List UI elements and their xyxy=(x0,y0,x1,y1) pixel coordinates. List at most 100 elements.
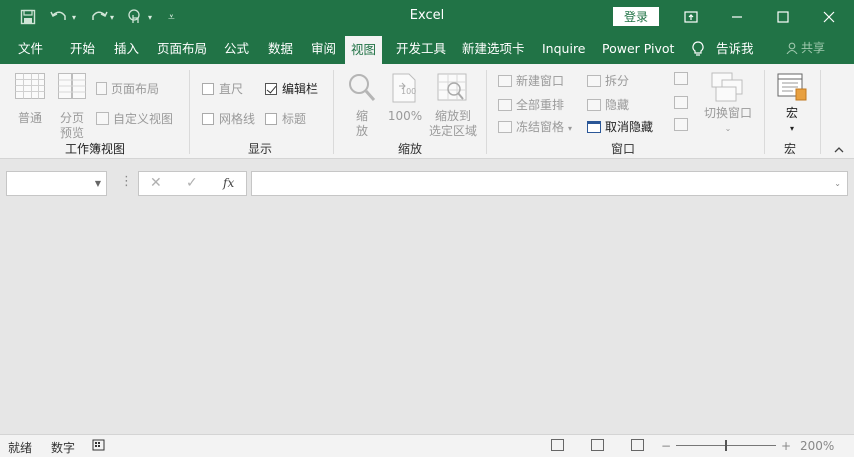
group-label-workbook-views: 工作簿视图 xyxy=(64,142,125,156)
group-separator xyxy=(764,70,765,154)
zoom-label-2: 放 xyxy=(355,124,368,138)
page-break-preview-button[interactable]: 分页 预览 xyxy=(56,72,88,141)
page-layout-label: 页面布局 xyxy=(111,82,160,96)
formula-bar: ▼ ⋮ ✕ ✓ fx ⌄ xyxy=(0,160,854,205)
zoom-100-button[interactable]: 100 100% xyxy=(387,72,423,124)
unhide-button[interactable]: 取消隐藏 xyxy=(587,118,653,135)
page-layout-status-icon[interactable] xyxy=(591,439,604,451)
enter-icon[interactable]: ✓ xyxy=(186,175,198,191)
page-break-status-icon[interactable] xyxy=(631,439,644,451)
share-button[interactable]: 共享 xyxy=(786,33,825,64)
arrange-all-label: 全部重排 xyxy=(516,98,565,112)
tab-inquire[interactable]: Inquire xyxy=(542,33,586,64)
zoom-100-icon: 100 xyxy=(392,73,416,103)
headings-label: 标题 xyxy=(282,112,307,126)
insert-function-button[interactable]: fx xyxy=(223,176,234,190)
macros-label: 宏 xyxy=(785,106,798,120)
tab-data[interactable]: 数据 xyxy=(268,33,293,64)
synchronous-scrolling-button[interactable] xyxy=(674,96,692,110)
ruler-checkbox[interactable]: 直尺 xyxy=(202,80,243,97)
page-layout-view-button[interactable]: 页面布局 xyxy=(96,80,159,97)
zoom-button[interactable]: 缩 放 xyxy=(346,72,378,139)
switch-windows-button[interactable]: 切换窗口 ⌄ xyxy=(700,72,756,136)
login-button[interactable]: 登录 xyxy=(613,7,659,26)
zoom-slider-thumb[interactable] xyxy=(725,440,727,451)
empty-workspace xyxy=(0,205,854,434)
hide-icon xyxy=(587,99,601,111)
zoom-to-selection-button[interactable]: 缩放到 选定区域 xyxy=(428,72,478,139)
name-box-dropdown-icon[interactable]: ▼ xyxy=(95,179,101,188)
custom-views-button[interactable]: 自定义视图 xyxy=(96,110,173,127)
unhide-icon xyxy=(587,121,601,133)
arrange-all-icon xyxy=(498,99,512,111)
freeze-panes-dropdown-icon: ▾ xyxy=(568,124,573,133)
arrange-all-button[interactable]: 全部重排 xyxy=(498,96,564,113)
tab-power-pivot[interactable]: Power Pivot xyxy=(602,33,674,64)
custom-views-label: 自定义视图 xyxy=(113,112,174,126)
group-label-window: 窗口 xyxy=(610,142,635,156)
normal-view-button[interactable]: 普通 xyxy=(14,72,46,126)
tab-new-tab[interactable]: 新建选项卡 xyxy=(462,33,525,64)
new-window-button[interactable]: 新建窗口 xyxy=(498,72,564,89)
tab-page-layout[interactable]: 页面布局 xyxy=(157,33,207,64)
minimize-icon[interactable] xyxy=(714,0,760,33)
macros-dropdown-icon: ▾ xyxy=(789,124,794,133)
zoom-out-button[interactable]: − xyxy=(661,439,671,453)
maximize-icon[interactable] xyxy=(760,0,806,33)
title-bar: ▾ ▾ ▾ ⩡ Excel 登录 xyxy=(0,0,854,33)
share-person-icon xyxy=(786,35,798,66)
view-side-by-side-icon xyxy=(674,72,688,85)
magnifier-icon xyxy=(349,74,376,101)
switch-windows-label: 切换窗口 xyxy=(703,106,752,120)
cancel-icon[interactable]: ✕ xyxy=(150,175,162,191)
formula-bar-checkbox[interactable]: 编辑栏 xyxy=(265,80,318,97)
view-side-by-side-button[interactable] xyxy=(674,72,692,86)
synchronous-scrolling-icon xyxy=(674,96,688,109)
collapse-ribbon-icon[interactable] xyxy=(834,146,844,157)
tab-home[interactable]: 开始 xyxy=(70,33,95,64)
gridlines-check-box xyxy=(202,113,214,125)
macros-button[interactable]: 宏 ▾ xyxy=(775,72,809,136)
zoom-in-button[interactable]: + xyxy=(781,439,791,453)
close-icon[interactable] xyxy=(806,0,852,33)
zoom-to-selection-icon xyxy=(437,73,467,101)
reset-window-position-icon xyxy=(674,118,688,131)
zoom-to-selection-label-1: 缩放到 xyxy=(434,109,471,123)
hide-button[interactable]: 隐藏 xyxy=(587,96,629,113)
split-label: 拆分 xyxy=(605,74,630,88)
ribbon-tab-bar: 文件 开始 插入 页面布局 公式 数据 审阅 视图 开发工具 新建选项卡 Inq… xyxy=(0,33,854,64)
split-icon xyxy=(587,75,601,87)
status-ready: 就绪 xyxy=(8,441,33,455)
formula-input[interactable]: ⌄ xyxy=(251,171,848,196)
formula-bar-resize-handle[interactable]: ⋮ xyxy=(120,174,133,189)
zoom-label-1: 缩 xyxy=(355,109,368,123)
tab-view[interactable]: 视图 xyxy=(345,36,383,64)
tab-file[interactable]: 文件 xyxy=(18,33,43,64)
freeze-panes-button[interactable]: 冻结窗格 ▾ xyxy=(498,118,572,135)
tab-review[interactable]: 审阅 xyxy=(311,33,336,64)
reset-window-position-button[interactable] xyxy=(674,118,692,132)
tab-developer[interactable]: 开发工具 xyxy=(396,33,446,64)
ribbon-display-options-icon[interactable] xyxy=(668,0,714,33)
split-button[interactable]: 拆分 xyxy=(587,72,629,89)
macro-record-icon[interactable] xyxy=(92,438,106,455)
zoom-level[interactable]: 200% xyxy=(800,439,834,453)
name-box[interactable]: ▼ xyxy=(6,171,107,196)
tell-me-search[interactable]: 告诉我 xyxy=(716,33,754,64)
gridlines-checkbox[interactable]: 网格线 xyxy=(202,110,255,127)
formula-tools: ✕ ✓ fx xyxy=(138,171,247,196)
ribbon-view: 普通 分页 预览 页面布局 自定义视图 工作簿视图 直尺 编辑栏 网格线 标题 … xyxy=(0,64,854,159)
tab-formulas[interactable]: 公式 xyxy=(224,33,249,64)
tab-insert[interactable]: 插入 xyxy=(114,33,139,64)
expand-formula-bar-icon[interactable]: ⌄ xyxy=(834,179,841,188)
freeze-panes-icon xyxy=(498,121,512,133)
normal-view-status-icon[interactable] xyxy=(551,439,564,451)
headings-checkbox[interactable]: 标题 xyxy=(265,110,306,127)
group-label-zoom: 缩放 xyxy=(397,142,422,156)
status-bar: 就绪 数字 − + 200% xyxy=(0,434,854,457)
zoom-to-selection-label-2: 选定区域 xyxy=(428,124,477,138)
normal-view-label: 普通 xyxy=(17,111,42,125)
lightbulb-icon xyxy=(692,41,704,61)
zoom-100-label: 100% xyxy=(387,109,423,123)
page-break-preview-icon xyxy=(58,73,86,99)
